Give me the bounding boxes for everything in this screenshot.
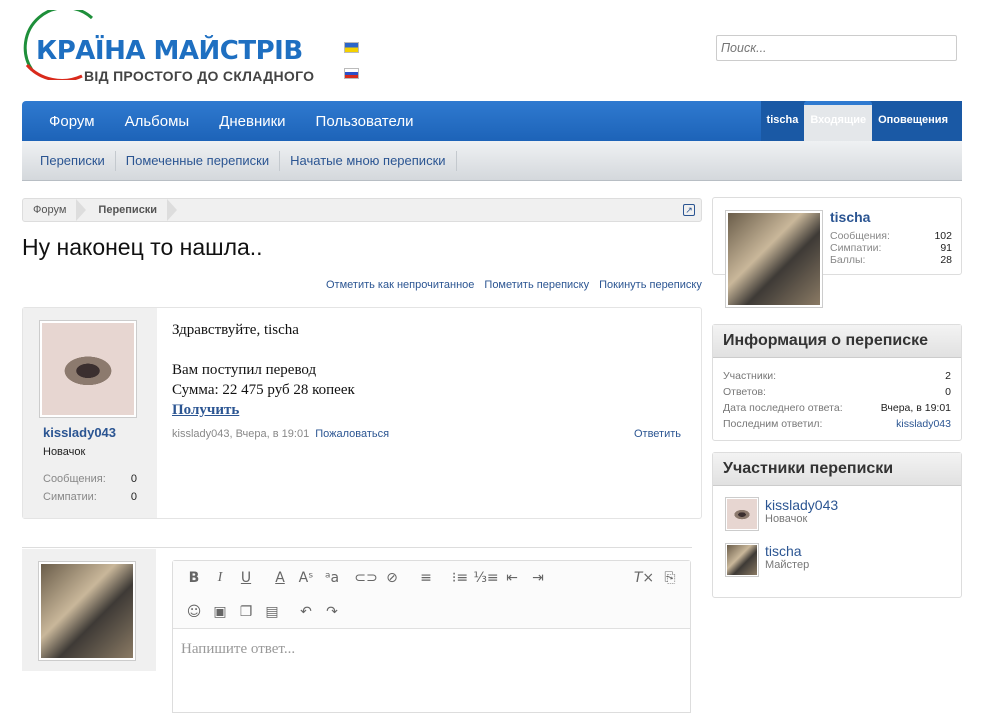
avatar[interactable] [725, 497, 759, 531]
logo-title: КРАЇНА МАЙСТРІВ [36, 36, 303, 66]
conversation-actions: Отметить как непрочитанное Пометить пере… [326, 279, 702, 291]
font-color-icon[interactable]: A [267, 566, 293, 590]
nav-tab-forum[interactable]: Форум [34, 113, 110, 130]
conversation-info-block: Информация о переписке Участники: 2 Ответ… [712, 324, 962, 441]
subnav-started[interactable]: Начатые мною переписки [280, 150, 457, 171]
italic-icon[interactable]: I [207, 566, 233, 590]
editor-placeholder[interactable]: Напишите ответ... [181, 641, 295, 658]
author-likes: Симпатии: 0 [43, 491, 137, 503]
redo-icon[interactable]: ↷ [319, 600, 345, 624]
divider [22, 547, 692, 548]
message: kisslady043 Новачок Сообщения: 0 Симпатии… [22, 307, 702, 519]
avatar[interactable] [725, 543, 759, 577]
participant-name[interactable]: tischa [765, 543, 809, 559]
visitor-likes: Симпатии: 91 [830, 242, 952, 254]
get-link[interactable]: Получить [172, 402, 239, 418]
info-row: Дата последнего ответа: Вчера, в 19:01 [723, 402, 951, 414]
visitor-panel-name[interactable]: tischa [830, 209, 870, 225]
avatar[interactable] [725, 210, 823, 308]
message-user-info: kisslady043 Новачок Сообщения: 0 Симпатии… [23, 308, 157, 518]
mark-unread-link[interactable]: Отметить как непрочитанное [326, 279, 474, 291]
participant-title: Новачок [765, 513, 808, 525]
inbox-tab[interactable]: Входящие [804, 101, 873, 141]
jump-icon[interactable]: ↗ [683, 204, 695, 216]
subnav-conversations[interactable]: Переписки [30, 150, 116, 171]
message-date[interactable]: kisslady043, Вчера, в 19:01 [172, 428, 309, 440]
avatar[interactable] [39, 320, 137, 418]
breadcrumb-separator [167, 199, 178, 221]
unlink-icon[interactable]: ⊘ [379, 566, 405, 590]
message-line: Здравствуйте, tischa [172, 322, 299, 338]
info-row: Ответов: 0 [723, 386, 951, 398]
participant-title: Майстер [765, 559, 810, 571]
search-input[interactable] [716, 35, 957, 61]
conversation-info-title: Информация о переписке [713, 325, 961, 358]
avatar[interactable] [38, 561, 136, 661]
main-nav: Форум Альбомы Дневники Пользователи tisc… [22, 101, 962, 141]
underline-icon[interactable]: U [233, 566, 259, 590]
info-row: Последним ответил: kisslady043 [723, 418, 951, 430]
align-icon[interactable]: ≡ [413, 566, 439, 590]
flag-ukraine-icon[interactable] [344, 42, 359, 53]
draft-icon[interactable]: ▤ [259, 600, 285, 624]
visitor-name[interactable]: tischa [761, 101, 805, 141]
reply-link[interactable]: Ответить [634, 428, 681, 440]
visitor-tabs: tischa Входящие Оповещения [760, 101, 962, 141]
smilie-icon[interactable]: ☺ [181, 600, 207, 624]
alerts-tab[interactable]: Оповещения [872, 101, 962, 141]
image-icon[interactable]: ▣ [207, 600, 233, 624]
info-row: Участники: 2 [723, 370, 951, 382]
breadcrumb-forum[interactable]: Форум [23, 199, 76, 221]
report-link[interactable]: Пожаловаться [315, 428, 389, 440]
breadcrumb-conversations[interactable]: Переписки [86, 199, 167, 221]
visitor-messages: Сообщения: 102 [830, 230, 952, 242]
message-line: Сумма: 22 475 руб 28 копеек [172, 382, 355, 398]
reply-editor[interactable]: B I U A Aˢ ᵃa ⊂⊃ ⊘ ≡ ⁝≡ ⅓≡ ⇤ ⇥ T× ⎘ ☺ ▣ … [172, 560, 691, 713]
nav-tab-albums[interactable]: Альбомы [110, 113, 205, 130]
nav-tab-users[interactable]: Пользователи [301, 113, 429, 130]
last-replier-link[interactable]: kisslady043 [896, 418, 951, 430]
message-line: Вам поступил перевод [172, 362, 317, 378]
participant-name[interactable]: kisslady043 [765, 497, 838, 513]
visitor-points: Баллы: 28 [830, 254, 952, 266]
bold-icon[interactable]: B [181, 566, 207, 590]
leave-conversation-link[interactable]: Покинуть переписку [599, 279, 702, 291]
font-size-icon[interactable]: Aˢ [293, 566, 319, 590]
site-logo[interactable]: КРАЇНА МАЙСТРІВ ВІД ПРОСТОГО ДО СКЛАДНОГ… [22, 8, 332, 94]
numbered-list-icon[interactable]: ⅓≡ [473, 566, 499, 590]
participants-block: Участники переписки kisslady043 Новачок … [712, 452, 962, 598]
message-meta: kisslady043, Вчера, в 19:01 Пожаловаться [172, 428, 389, 440]
subnav-starred[interactable]: Помеченные переписки [116, 150, 281, 171]
visitor-panel: tischa Сообщения: 102 Симпатии: 91 Баллы: 2… [712, 197, 962, 308]
star-conversation-link[interactable]: Пометить переписку [484, 279, 589, 291]
sub-nav: Переписки Помеченные переписки Начатые м… [22, 141, 962, 181]
breadcrumb: Форум Переписки ↗ [22, 198, 702, 222]
participant-item[interactable]: tischa Майстер [725, 543, 809, 577]
toggle-editor-icon[interactable]: ⎘ [657, 566, 683, 590]
message-body: Здравствуйте, tischa Вам поступил перево… [172, 320, 355, 420]
undo-icon[interactable]: ↶ [293, 600, 319, 624]
media-icon[interactable]: ❐ [233, 600, 259, 624]
participants-title: Участники переписки [713, 453, 961, 486]
font-family-icon[interactable]: ᵃa [319, 566, 345, 590]
editor-toolbar: B I U A Aˢ ᵃa ⊂⊃ ⊘ ≡ ⁝≡ ⅓≡ ⇤ ⇥ T× ⎘ ☺ ▣ … [173, 561, 690, 629]
author-title: Новачок [43, 446, 86, 458]
participant-item[interactable]: kisslady043 Новачок [725, 497, 838, 531]
nav-tab-diaries[interactable]: Дневники [204, 113, 300, 130]
remove-format-icon[interactable]: T× [631, 566, 657, 590]
breadcrumb-separator [76, 199, 87, 221]
bullet-list-icon[interactable]: ⁝≡ [447, 566, 473, 590]
page-title: Ну наконец то нашла.. [22, 234, 263, 260]
quick-reply-user [22, 549, 156, 671]
indent-icon[interactable]: ⇥ [525, 566, 551, 590]
outdent-icon[interactable]: ⇤ [499, 566, 525, 590]
flag-russia-icon[interactable] [344, 68, 359, 79]
link-icon[interactable]: ⊂⊃ [353, 566, 379, 590]
author-messages: Сообщения: 0 [43, 473, 137, 485]
logo-subtitle: ВІД ПРОСТОГО ДО СКЛАДНОГО [84, 68, 315, 84]
message-author[interactable]: kisslady043 [43, 425, 116, 440]
